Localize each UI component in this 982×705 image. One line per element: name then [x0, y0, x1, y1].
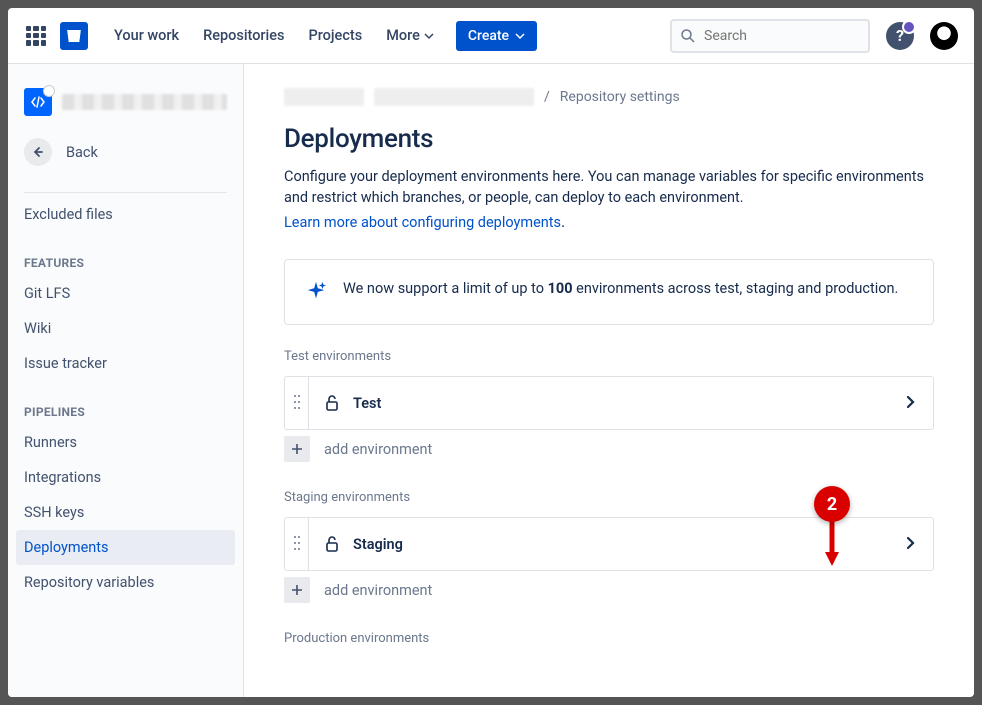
back-button[interactable]: Back	[16, 124, 235, 192]
add-environment-label: add environment	[324, 441, 432, 458]
sidebar-item-issue-tracker[interactable]: Issue tracker	[16, 346, 235, 381]
breadcrumb-redacted	[284, 88, 364, 106]
sidebar-item-git-lfs[interactable]: Git LFS	[16, 276, 235, 311]
chevron-down-icon	[515, 31, 525, 41]
repo-name-redacted	[62, 94, 227, 110]
add-staging-environment[interactable]: add environment	[284, 577, 934, 603]
test-env-label: Test environments	[284, 349, 934, 364]
chevron-down-icon	[424, 31, 434, 41]
help-button[interactable]: ?	[886, 22, 914, 50]
breadcrumb: / Repository settings	[284, 88, 934, 106]
nav-more-label: More	[386, 27, 420, 44]
breadcrumb-separator: /	[544, 89, 550, 105]
env-name: Test	[353, 395, 887, 412]
page-description: Configure your deployment environments h…	[284, 166, 934, 208]
sparkle-icon	[305, 280, 327, 306]
annotation-arrow-2	[822, 518, 842, 568]
chevron-right-icon	[905, 536, 915, 550]
code-icon	[24, 88, 52, 116]
unlock-icon	[323, 535, 341, 553]
divider	[24, 192, 227, 193]
sidebar-item-integrations[interactable]: Integrations	[16, 460, 235, 495]
bitbucket-logo[interactable]	[60, 22, 88, 50]
info-text: We now support a limit of up to 100 envi…	[343, 278, 898, 300]
production-env-label: Production environments	[284, 631, 934, 646]
breadcrumb-current: Repository settings	[560, 89, 680, 105]
sidebar-item-ssh-keys[interactable]: SSH keys	[16, 495, 235, 530]
main-content: / Repository settings Deployments Config…	[244, 64, 974, 697]
sidebar: Back Excluded files FEATURES Git LFS Wik…	[8, 64, 244, 697]
back-label: Back	[66, 144, 98, 161]
add-environment-label: add environment	[324, 582, 432, 599]
sidebar-item-runners[interactable]: Runners	[16, 425, 235, 460]
env-card-test[interactable]: Test	[284, 376, 934, 430]
learn-more-link[interactable]: Learn more about configuring deployments	[284, 214, 561, 231]
env-name: Staging	[353, 536, 887, 553]
add-test-environment[interactable]: add environment	[284, 436, 934, 462]
annotation-marker-2: 2	[814, 486, 850, 522]
nav-more[interactable]: More	[376, 19, 444, 52]
drag-handle-icon[interactable]	[285, 377, 309, 429]
sidebar-item-wiki[interactable]: Wiki	[16, 311, 235, 346]
drag-handle-icon[interactable]	[285, 518, 309, 570]
page-title: Deployments	[284, 124, 934, 154]
create-button[interactable]: Create	[456, 21, 537, 51]
info-banner: We now support a limit of up to 100 envi…	[284, 259, 934, 325]
user-avatar[interactable]	[930, 22, 958, 50]
create-label: Create	[468, 28, 509, 44]
unlock-icon	[323, 394, 341, 412]
breadcrumb-redacted	[374, 88, 534, 106]
body: Back Excluded files FEATURES Git LFS Wik…	[8, 64, 974, 697]
expand-button[interactable]	[887, 394, 933, 413]
plus-icon	[284, 577, 310, 603]
plus-icon	[284, 436, 310, 462]
nav-repositories[interactable]: Repositories	[193, 19, 294, 52]
nav-projects[interactable]: Projects	[298, 19, 372, 52]
top-nav: Your work Repositories Projects More Cre…	[8, 8, 974, 64]
search-icon	[680, 28, 696, 44]
sidebar-section-pipelines: PIPELINES	[16, 381, 235, 425]
sidebar-section-features: FEATURES	[16, 232, 235, 276]
repo-header[interactable]	[16, 88, 235, 124]
search-box	[670, 19, 870, 53]
chevron-right-icon	[905, 395, 915, 409]
sidebar-item-repository-variables[interactable]: Repository variables	[16, 565, 235, 600]
expand-button[interactable]	[887, 535, 933, 554]
app-switcher-icon[interactable]	[24, 24, 48, 48]
app-frame: Your work Repositories Projects More Cre…	[8, 8, 974, 697]
sidebar-item-excluded-files[interactable]: Excluded files	[16, 197, 235, 232]
sidebar-item-deployments[interactable]: Deployments	[16, 530, 235, 565]
search-input[interactable]	[670, 19, 870, 53]
nav-your-work[interactable]: Your work	[104, 19, 189, 52]
arrow-left-icon	[24, 138, 52, 166]
